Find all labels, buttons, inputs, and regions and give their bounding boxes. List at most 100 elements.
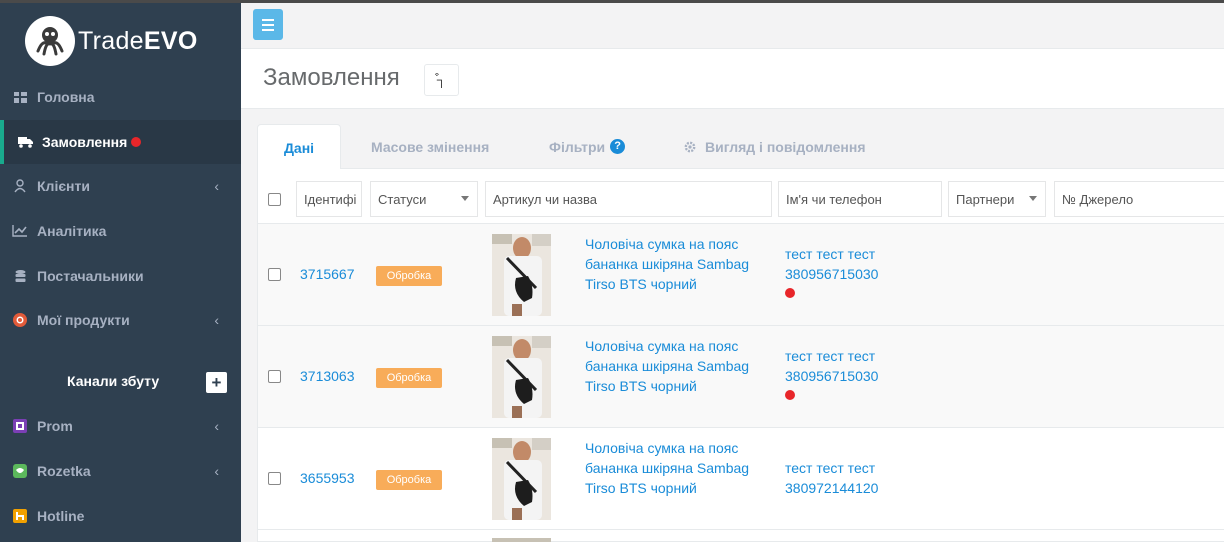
customer-name-link[interactable]: тест тест тест [785,244,945,264]
caret-down-icon [461,196,469,201]
hamburger-line [262,28,274,31]
product-name-link[interactable]: Чоловіча сумка на пояс бананка шкіряна S… [585,234,775,294]
tab-filters[interactable]: Фільтри ? [549,124,626,169]
customer-name-link[interactable]: тест тест тест [785,346,945,366]
sidebar-item-orders[interactable]: Замовлення [0,120,241,164]
chevron-left-icon: ‹ [214,312,219,328]
logo[interactable]: TradeEVO [25,16,198,66]
sidebar-item-suppliers[interactable]: Постачальники [0,254,241,298]
sidebar-item-my-products[interactable]: Мої продукти ‹ [0,298,241,342]
red-status-dot [785,288,795,298]
article-filter-input[interactable]: Артикул чи назва [485,181,772,217]
sidebar-item-label: Клієнти [37,178,90,194]
customer-info: тест тест тест 380956715030 [785,346,945,400]
sidebar-item-label: Головна [37,89,95,105]
customer-phone-link[interactable]: 380956715030 [785,264,945,284]
user-icon [11,178,29,194]
grid-icon [11,89,29,105]
product-icon [11,312,29,328]
sidebar-item-prom[interactable]: Prom ‹ [0,404,241,448]
order-id-link[interactable]: 3655953 [300,470,355,486]
tab-mass-edit[interactable]: Масове змінення [371,124,489,169]
status-badge: Обробка [376,266,442,286]
partners-filter-select[interactable]: Партнери [948,181,1046,217]
row-checkbox[interactable] [268,472,281,485]
status-filter-label: Статуси [378,191,427,207]
tab-label: Вигляд і повідомлення [705,138,866,155]
select-all-checkbox[interactable] [268,193,281,206]
order-id-link[interactable]: 3715667 [300,266,355,282]
table-row[interactable]: 3655953 Обробка Чоловіча сумка на пояс б… [258,428,1224,530]
sidebar-item-label: Постачальники [37,268,144,284]
orders-table: Ідентифі Статуси Артикул чи назва Ім'я ч… [257,169,1224,542]
chart-icon [11,223,29,239]
tab-data[interactable]: Дані [257,124,341,170]
top-navbar [241,3,1224,49]
order-id-link[interactable]: 3713063 [300,368,355,384]
product-name-link[interactable]: Чоловіча сумка на пояс бананка шкіряна S… [585,438,775,498]
product-name-link[interactable]: Чоловіча сумка на пояс бананка шкіряна S… [585,336,775,396]
database-icon [11,268,29,284]
customer-info: тест тест тест 380972144120 [785,458,945,498]
chevron-left-icon: ‹ [214,178,219,194]
sidebar-item-label: Rozetka [37,463,91,479]
tab-label: Масове змінення [371,138,490,155]
caret-down-icon [1029,196,1037,201]
hamburger-line [262,23,274,26]
sidebar-item-home[interactable]: Головна [0,75,241,119]
help-icon[interactable]: ? [610,139,626,154]
tab-label: Фільтри [549,138,606,155]
table-row[interactable]: 3715667 Обробка Чоловіча сумка на пояс б… [258,224,1224,326]
chevron-left-icon: ‹ [214,463,219,479]
sidebar-item-label: Hotline [37,508,85,524]
status-filter-select[interactable]: Статуси [370,181,478,217]
hotline-icon [11,508,29,524]
customer-info: тест тест тест 380956715030 [785,244,945,298]
status-badge: Обробка [376,368,442,388]
page-heading: Замовлення ͒┐ [241,49,1224,109]
logo-text: TradeEVO [78,26,198,55]
sales-channels-title: Канали збуту [67,373,160,389]
tab-view-notifications[interactable]: Вигляд і повідомлення [684,124,866,169]
gear-icon [684,141,696,153]
sidebar-item-clients[interactable]: Клієнти ‹ [0,164,241,208]
sidebar-item-hotline[interactable]: Hotline [0,494,241,538]
red-status-dot [785,390,795,400]
id-filter-input[interactable]: Ідентифі [296,181,362,217]
sidebar-item-analytics[interactable]: Аналітика [0,209,241,253]
chevron-left-icon: ‹ [214,418,219,434]
table-row[interactable] [258,530,1224,542]
product-thumbnail[interactable] [492,538,551,542]
truck-icon [16,134,34,150]
product-thumbnail[interactable] [492,336,551,418]
add-channel-button[interactable]: + [206,372,227,393]
hamburger-menu-button[interactable] [253,9,283,40]
notification-dot [131,137,142,147]
window-frame-top [0,0,1224,3]
table-row[interactable]: 3713063 Обробка Чоловіча сумка на пояс б… [258,326,1224,428]
tab-bar: Дані Масове змінення Фільтри ? Вигляд і … [257,124,1224,170]
status-badge: Обробка [376,470,442,490]
partners-filter-label: Партнери [956,191,1015,207]
sidebar-item-label: Замовлення [42,134,128,150]
sidebar-item-rozetka[interactable]: Rozetka ‹ [0,449,241,493]
octopus-logo-icon [25,16,75,66]
sidebar: TradeEVO Головна Замовлення Клієнти ‹ Ан… [0,0,241,542]
sidebar-item-label: Мої продукти [37,312,130,328]
customer-phone-link[interactable]: 380956715030 [785,366,945,386]
row-checkbox[interactable] [268,268,281,281]
product-thumbnail[interactable] [492,234,551,316]
rozetka-icon [11,463,29,479]
filter-row: Ідентифі Статуси Артикул чи назва Ім'я ч… [258,169,1224,224]
customer-name-link[interactable]: тест тест тест [785,458,945,478]
customer-filter-input[interactable]: Ім'я чи телефон [778,181,942,217]
product-thumbnail[interactable] [492,438,551,520]
customer-phone-link[interactable]: 380972144120 [785,478,945,498]
row-checkbox[interactable] [268,370,281,383]
tab-label: Дані [283,139,315,156]
hamburger-line [262,18,274,21]
sales-channels-header: Канали збуту + [0,362,241,402]
pin-button[interactable]: ͒┐ [424,64,459,96]
sidebar-item-label: Аналітика [37,223,107,239]
source-filter-input[interactable]: № Джерело [1054,181,1224,217]
